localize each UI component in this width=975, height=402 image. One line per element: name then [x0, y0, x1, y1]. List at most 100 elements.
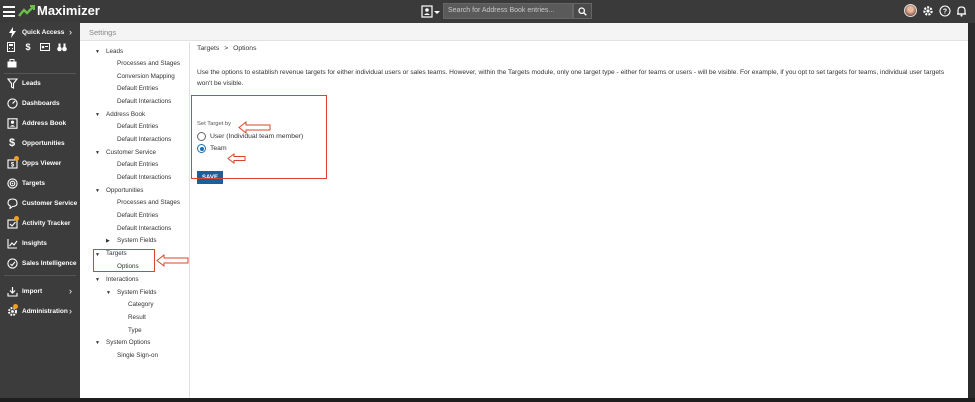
calculator-icon[interactable] [6, 42, 16, 52]
nav-quick-access[interactable]: Quick Access › [0, 23, 80, 41]
tree-system-options[interactable]: System Options [106, 339, 150, 346]
nav-label-opportunities: Opportunities [22, 139, 65, 147]
logo-text: Maximizer [37, 3, 100, 18]
tree-cs-default-entries[interactable]: Default Entries [117, 161, 158, 168]
nav-label-leads: Leads [22, 79, 41, 87]
nav-quick-access-label: Quick Access [22, 28, 65, 36]
binoculars-icon[interactable] [57, 42, 67, 52]
customer-service-icon [6, 197, 18, 209]
address-book-icon [6, 117, 18, 129]
caret-down-icon[interactable]: ▼ [106, 290, 111, 296]
nav-item-opportunities[interactable]: $ Opportunities [0, 134, 80, 152]
caret-down-icon[interactable]: ▼ [95, 277, 100, 283]
settings-header: Settings [80, 23, 968, 41]
import-icon [6, 285, 18, 297]
caret-down-icon[interactable]: ▼ [95, 340, 100, 346]
hamburger-menu-icon[interactable] [3, 6, 15, 17]
nav-label-dashboards: Dashboards [22, 99, 60, 107]
nav-item-customer-service[interactable]: Customer Service [0, 194, 80, 212]
main-panel: Settings ▼ Leads Processes and Stages Co… [80, 23, 968, 398]
annotation-box-set-target [191, 95, 327, 179]
nav-item-administration[interactable]: Administration › [0, 302, 80, 320]
breadcrumb-separator: > [224, 45, 229, 52]
tree-opportunities[interactable]: Opportunities [106, 187, 143, 194]
caret-down-icon[interactable]: ▼ [95, 112, 100, 118]
chevron-right-icon: › [69, 27, 72, 37]
caret-down-icon[interactable]: ▼ [95, 188, 100, 194]
search-input[interactable]: Search for Address Book entries... [443, 3, 573, 19]
opps-viewer-icon: $ [6, 156, 19, 169]
nav-item-import[interactable]: Import › [0, 282, 80, 300]
help-icon[interactable]: ? [938, 4, 951, 17]
tree-sso[interactable]: Single Sign-on [117, 352, 158, 359]
briefcase-icon[interactable] [7, 59, 17, 70]
tree-opp-default-entries[interactable]: Default Entries [117, 212, 158, 219]
nav-label-insights: Insights [22, 239, 47, 247]
tree-opp-default-interactions[interactable]: Default Interactions [117, 225, 171, 232]
nav-label-customer-service: Customer Service [22, 199, 78, 207]
tree-ab-default-interactions[interactable]: Default Interactions [117, 136, 171, 143]
annotation-arrow-icon [238, 121, 271, 134]
lightning-icon [6, 26, 18, 38]
tree-address-book[interactable]: Address Book [106, 111, 145, 118]
tree-leads-conversion[interactable]: Conversion Mapping [117, 73, 175, 80]
nav-item-targets[interactable]: Targets [0, 174, 80, 192]
tree-int-result[interactable]: Result [128, 314, 146, 321]
address-book-selector-icon[interactable] [421, 5, 441, 18]
breadcrumb-options: Options [233, 45, 257, 52]
nav-label-sales-intelligence: Sales Intelligence [22, 259, 77, 267]
nav-label-activity-tracker: Activity Tracker [22, 219, 71, 227]
breadcrumb-targets[interactable]: Targets [197, 45, 219, 52]
tree-ab-default-entries[interactable]: Default Entries [117, 123, 158, 130]
tree-cs-default-interactions[interactable]: Default Interactions [117, 174, 171, 181]
search-button[interactable] [573, 3, 592, 19]
caret-down-icon[interactable]: ▼ [95, 49, 100, 55]
chevron-right-icon: › [69, 306, 72, 316]
left-nav: Quick Access › $ Leads Dashboards Addres… [0, 23, 80, 398]
nav-label-import: Import [22, 287, 43, 295]
tree-int-category[interactable]: Category [128, 301, 154, 308]
target-icon [6, 177, 18, 189]
nav-item-opps-viewer[interactable]: $ Opps Viewer [0, 154, 80, 172]
annotation-arrow-icon [156, 254, 189, 267]
nav-item-sales-intelligence[interactable]: Sales Intelligence [0, 254, 80, 272]
tree-opp-processes[interactable]: Processes and Stages [117, 199, 180, 206]
gear-icon[interactable] [921, 4, 934, 17]
admin-gear-icon [6, 304, 18, 317]
nav-item-insights[interactable]: Insights [0, 234, 80, 252]
annotation-arrow-icon [227, 153, 246, 164]
nav-label-opps-viewer: Opps Viewer [22, 159, 62, 167]
annotation-box-targets [93, 249, 155, 272]
nav-item-leads[interactable]: Leads [0, 74, 80, 92]
settings-tree: ▼ Leads Processes and Stages Conversion … [80, 42, 190, 398]
chevron-right-icon: › [69, 286, 72, 296]
window-edge [968, 23, 975, 398]
caret-right-icon[interactable]: ▶ [106, 238, 110, 244]
caret-down-icon[interactable]: ▼ [95, 150, 100, 156]
tree-int-system-fields[interactable]: System Fields [117, 289, 157, 296]
nav-item-activity-tracker[interactable]: Activity Tracker [0, 214, 80, 232]
tree-interactions[interactable]: Interactions [106, 276, 139, 283]
tree-int-type[interactable]: Type [128, 327, 142, 334]
tree-customer-service[interactable]: Customer Service [106, 149, 156, 156]
id-card-icon[interactable] [40, 42, 50, 52]
dollar-icon: $ [8, 137, 16, 149]
top-bar: Maximizer Search for Address Book entrie… [0, 0, 975, 23]
tree-leads[interactable]: Leads [106, 48, 123, 55]
nav-item-dashboards[interactable]: Dashboards [0, 94, 80, 112]
bell-icon[interactable] [955, 4, 968, 17]
sales-intelligence-icon [6, 257, 18, 269]
svg-text:?: ? [942, 8, 946, 15]
tree-opp-system-fields[interactable]: System Fields [117, 237, 157, 244]
avatar[interactable] [904, 4, 917, 17]
tree-leads-default-entries[interactable]: Default Entries [117, 85, 158, 92]
maximizer-logo[interactable]: Maximizer [18, 3, 100, 18]
tree-leads-default-interactions[interactable]: Default Interactions [117, 98, 171, 105]
breadcrumb: Targets > Options [197, 45, 257, 52]
nav-label-targets: Targets [22, 179, 45, 187]
logo-mark-icon [18, 4, 35, 17]
tree-leads-processes[interactable]: Processes and Stages [117, 60, 180, 67]
funnel-icon [6, 77, 18, 89]
dollar-quick-icon[interactable]: $ [23, 42, 33, 52]
nav-item-address-book[interactable]: Address Book [0, 114, 80, 132]
